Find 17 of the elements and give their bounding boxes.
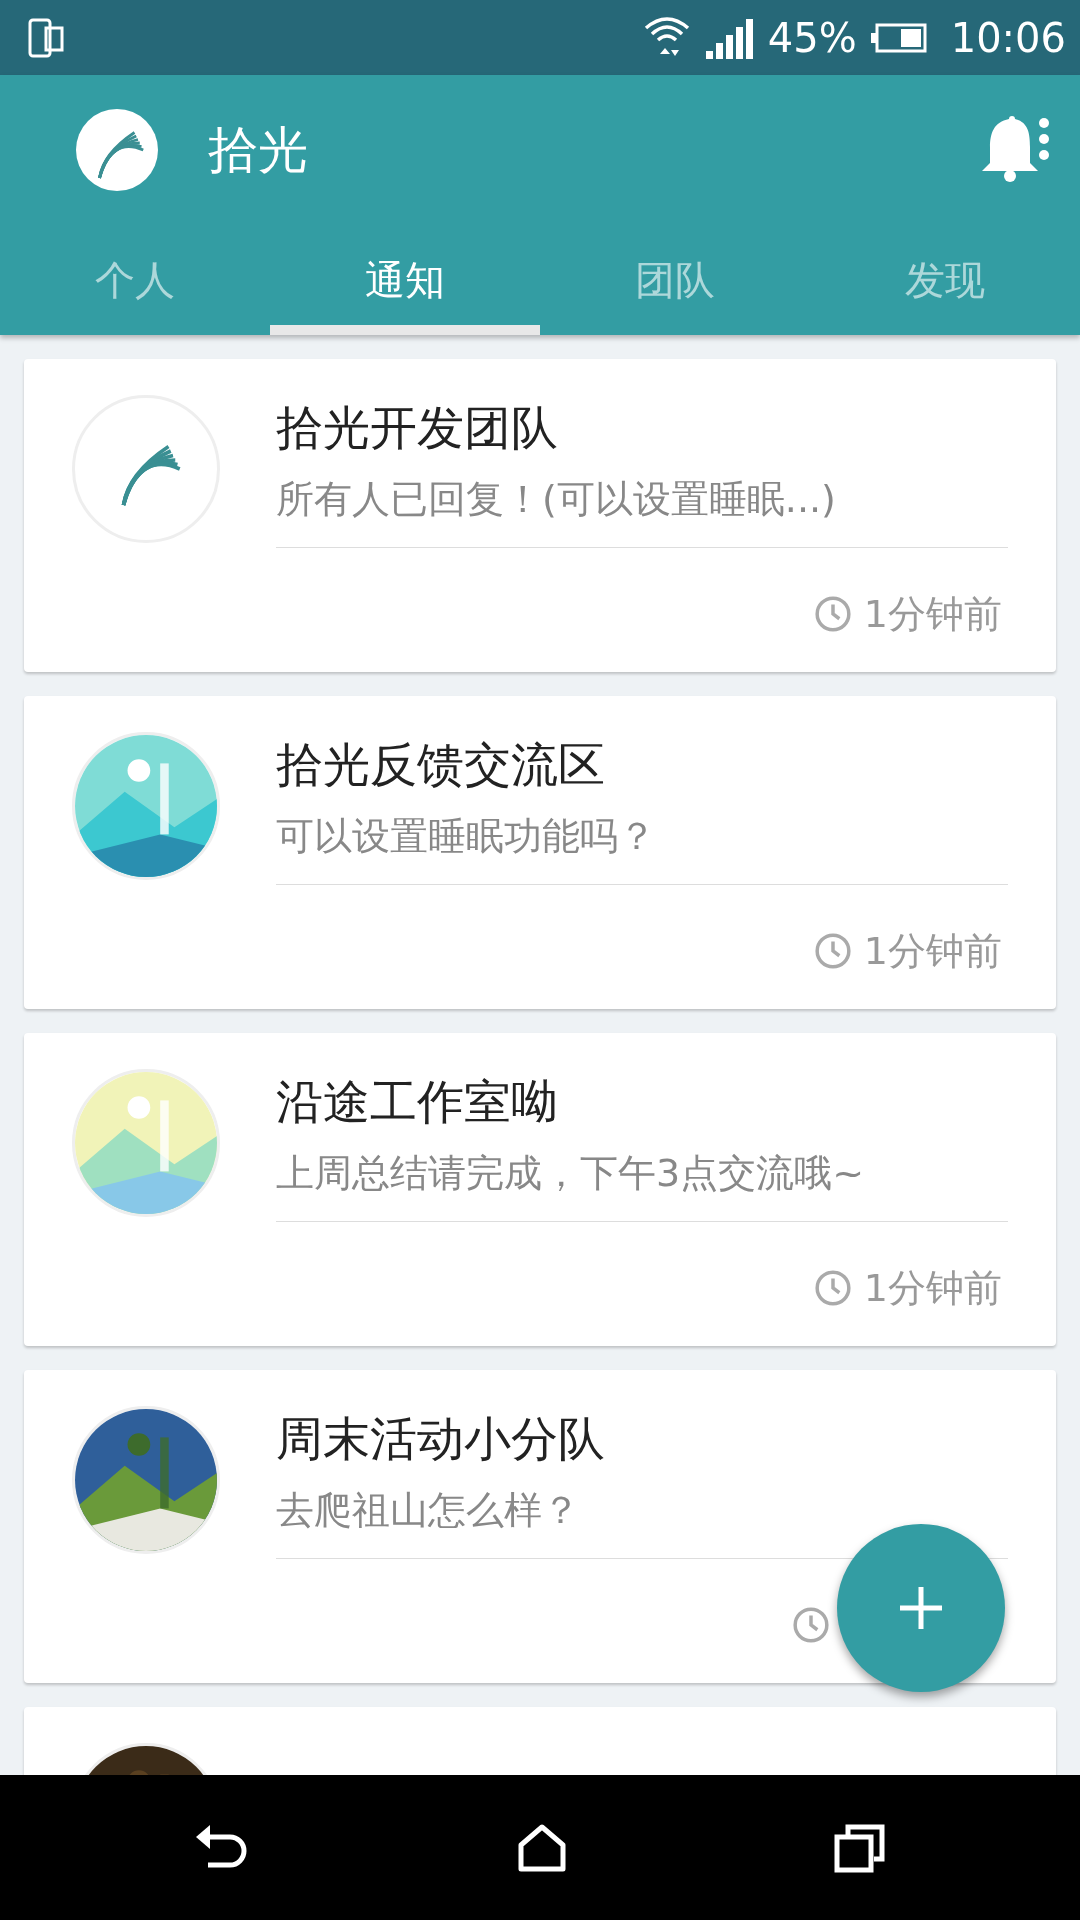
clock-time: 10:06 [950, 14, 1066, 61]
card-title: 拾光反馈交流区 [276, 736, 606, 794]
card-message: 上周总结请完成，下午3点交流哦~ [276, 1148, 1008, 1222]
notification-card[interactable]: 周末活动小分队 去爬祖山怎么样？ [24, 1370, 1056, 1683]
notification-card[interactable]: 拾光反馈交流区 可以设置睡眠功能吗？ 1分钟前 [24, 696, 1056, 1009]
app-title: 拾光 [208, 119, 309, 181]
card-title: 沿途工作室呦 [276, 1073, 559, 1131]
notification-card[interactable]: 沿途工作室呦 上周总结请完成，下午3点交流哦~ 1分钟前 [24, 1033, 1056, 1346]
card-message: 所有人已回复！(可以设置睡眠...) [276, 474, 1008, 548]
notification-card[interactable]: 拾光开发团队 所有人已回复！(可以设置睡眠...) 1分钟前 [24, 359, 1056, 672]
card-time: 1分钟前 [863, 590, 1002, 638]
card-title: 拾光开发团队 [276, 399, 559, 457]
card-time: 1分钟前 [863, 1264, 1002, 1312]
card-message: 可以设置睡眠功能吗？ [276, 811, 1008, 885]
card-title: 周末活动小分队 [276, 1410, 606, 1468]
battery-percent: 45% [767, 14, 857, 61]
card-time: 1分钟前 [863, 927, 1002, 975]
